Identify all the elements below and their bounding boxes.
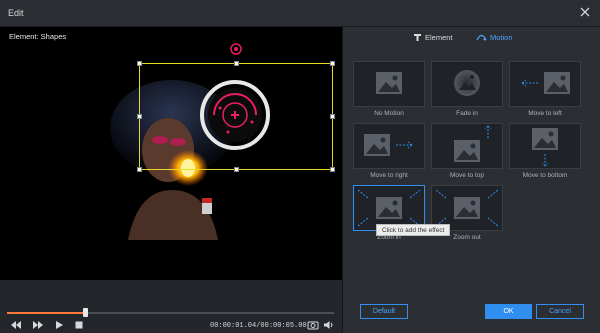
tooltip: Click to add the effect xyxy=(376,224,451,236)
progress-thumb[interactable] xyxy=(83,308,89,317)
rewind-icon[interactable] xyxy=(10,320,22,330)
move-right-icon xyxy=(364,134,413,156)
progress-track[interactable] xyxy=(7,312,334,314)
element-icon xyxy=(414,34,421,41)
progress-fill xyxy=(7,312,86,314)
motion-label: Move to right xyxy=(370,172,408,179)
motion-card-move-right[interactable] xyxy=(353,123,425,169)
title-bar: Edit xyxy=(0,0,600,27)
move-top-icon xyxy=(454,125,492,162)
fade-in-icon xyxy=(454,70,480,96)
stop-icon[interactable] xyxy=(74,320,84,330)
motion-card-move-left[interactable] xyxy=(509,61,581,107)
time-readout: 00:00:01.04/00:00:05.00 xyxy=(210,322,307,330)
snapshot-icon[interactable] xyxy=(307,320,319,330)
resize-handle[interactable] xyxy=(234,61,239,66)
tab-bar: Element Motion xyxy=(343,27,600,52)
motion-label: No Motion xyxy=(374,110,404,117)
move-left-icon xyxy=(521,72,570,94)
element-label: Element: Shapes xyxy=(9,32,67,41)
tab-motion-label: Motion xyxy=(490,33,513,42)
rotate-handle-icon[interactable] xyxy=(230,43,242,55)
resize-handle[interactable] xyxy=(137,61,142,66)
playback-bar: 00:00:01.04/00:00:05.00 xyxy=(0,280,342,333)
motion-card-fade-in[interactable] xyxy=(431,61,503,107)
time-total: 00:00:05.00 xyxy=(260,322,307,330)
motion-card-move-bottom[interactable] xyxy=(509,123,581,169)
play-icon[interactable] xyxy=(54,320,64,330)
motion-label: Fade in xyxy=(456,110,478,117)
resize-handle[interactable] xyxy=(330,61,335,66)
video-preview: Element: Shapes xyxy=(0,27,342,280)
motion-icon xyxy=(476,34,487,41)
tab-element-label: Element xyxy=(425,33,453,42)
image-icon xyxy=(376,72,402,94)
motion-card-move-top[interactable] xyxy=(431,123,503,169)
tab-motion[interactable]: Motion xyxy=(476,33,513,42)
effects-panel: Element Motion No Motion Fade in Move to… xyxy=(342,27,600,333)
motion-label: Move to left xyxy=(528,110,562,117)
cancel-button[interactable]: Cancel xyxy=(536,304,584,319)
time-current: 00:00:01.04 xyxy=(210,322,257,330)
fast-forward-icon[interactable] xyxy=(32,320,44,330)
shape-element[interactable] xyxy=(198,78,272,152)
selection-box[interactable] xyxy=(137,61,335,172)
volume-icon[interactable] xyxy=(323,320,335,330)
resize-handle[interactable] xyxy=(137,167,142,172)
resize-handle[interactable] xyxy=(137,114,142,119)
resize-handle[interactable] xyxy=(234,167,239,172)
resize-handle[interactable] xyxy=(330,114,335,119)
close-icon[interactable] xyxy=(578,5,592,19)
motion-card-no-motion[interactable] xyxy=(353,61,425,107)
tab-element[interactable]: Element xyxy=(413,33,453,42)
window-title: Edit xyxy=(8,8,24,18)
preview-pane: Element: Shapes 00:00:01.04/00:00:05.00 xyxy=(0,27,342,333)
resize-handle[interactable] xyxy=(330,167,335,172)
move-bottom-icon xyxy=(532,128,558,167)
default-button[interactable]: Default xyxy=(360,304,408,319)
ok-button[interactable]: OK xyxy=(485,304,532,319)
motion-label: Move to bottom xyxy=(522,172,568,179)
motion-label: Move to top xyxy=(450,172,484,179)
